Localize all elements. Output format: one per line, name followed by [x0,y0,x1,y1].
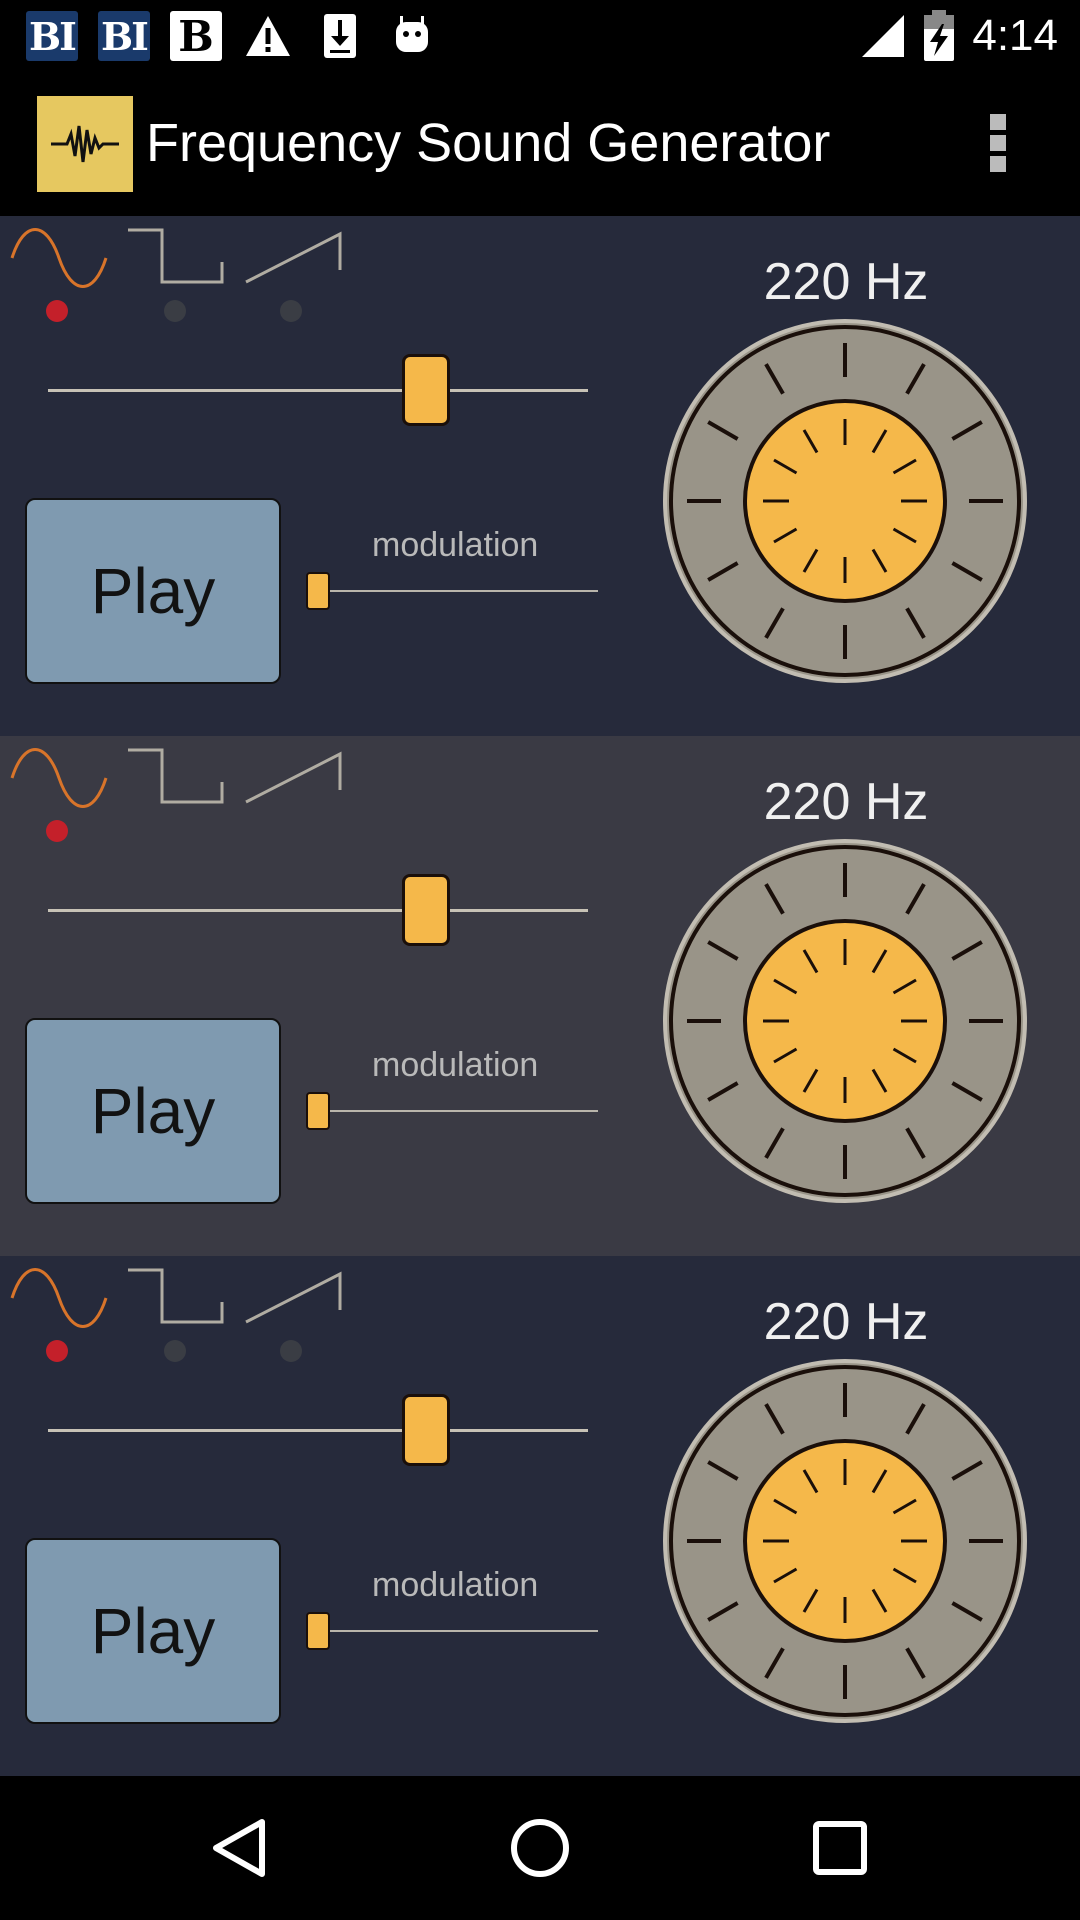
modulation-label: modulation [372,526,539,564]
notification-icons: BI BI B [26,10,438,62]
waveform-radio-selected[interactable] [46,300,68,322]
waveform-radio-selected[interactable] [46,1340,68,1362]
download-icon [314,11,366,61]
modulation-slider-track[interactable] [318,590,598,592]
modulation-slider-thumb[interactable] [306,572,330,610]
app-bar: Frequency Sound Generator [0,72,1080,216]
app-title: Frequency Sound Generator [146,113,831,173]
frequency-slider-track[interactable] [48,1429,588,1432]
sawtooth-wave-option[interactable] [244,1266,342,1334]
android-icon [386,11,438,61]
overflow-menu-icon[interactable] [978,108,1018,178]
modulation-slider-thumb[interactable] [306,1092,330,1130]
play-button[interactable]: Play [25,1018,281,1204]
recents-square-icon[interactable] [790,1798,890,1898]
generator-panel: Play modulation 220 Hz [0,736,1080,1256]
sawtooth-wave-option[interactable] [244,226,342,294]
generator-panel: Play modulation 220 Hz [0,216,1080,736]
sawtooth-wave-option[interactable] [244,746,342,814]
notification-label: B [178,11,214,61]
navigation-bar [0,1776,1080,1920]
frequency-knob[interactable] [662,1358,1028,1724]
modulation-label: modulation [372,1046,539,1084]
modulation-slider-thumb[interactable] [306,1612,330,1650]
sine-wave-option[interactable] [10,1266,108,1334]
play-button[interactable]: Play [25,1538,281,1724]
frequency-readout: 220 Hz [763,253,929,311]
bi-app-icon: BI [98,11,150,61]
waveform-radio[interactable] [164,1340,186,1362]
modulation-slider-track[interactable] [318,1110,598,1112]
frequency-slider-thumb[interactable] [402,354,450,426]
notification-label: BI [101,13,149,59]
notification-label: BI [29,13,77,59]
back-triangle-icon[interactable] [190,1798,290,1898]
sine-wave-option[interactable] [10,746,108,814]
frequency-readout: 220 Hz [763,1293,929,1351]
modulation-label: modulation [372,1566,539,1604]
home-circle-icon[interactable] [490,1798,590,1898]
b-app-icon: B [170,11,222,61]
waveform-radio[interactable] [280,1340,302,1362]
sine-wave-option[interactable] [10,226,108,294]
status-bar: BI BI B 4:14 [0,0,1080,72]
play-button[interactable]: Play [25,498,281,684]
frequency-knob[interactable] [662,838,1028,1204]
frequency-slider-thumb[interactable] [402,1394,450,1466]
frequency-readout: 220 Hz [763,773,929,831]
waveform-icon [37,96,133,192]
frequency-knob[interactable] [662,318,1028,684]
frequency-slider-track[interactable] [48,909,588,912]
frequency-slider-track[interactable] [48,389,588,392]
bi-app-icon: BI [26,11,78,61]
square-wave-option[interactable] [126,226,224,294]
clock: 4:14 [972,11,1058,60]
modulation-slider-track[interactable] [318,1630,598,1632]
frequency-slider-thumb[interactable] [402,874,450,946]
square-wave-option[interactable] [126,1266,224,1334]
warning-icon [242,11,294,61]
square-wave-option[interactable] [126,746,224,814]
generator-panel: Play modulation 220 Hz [0,1256,1080,1776]
waveform-radio[interactable] [164,300,186,322]
battery-charging-icon [924,10,955,61]
waveform-radio-selected[interactable] [46,820,68,842]
waveform-radio[interactable] [280,300,302,322]
signal-icon [862,15,905,57]
